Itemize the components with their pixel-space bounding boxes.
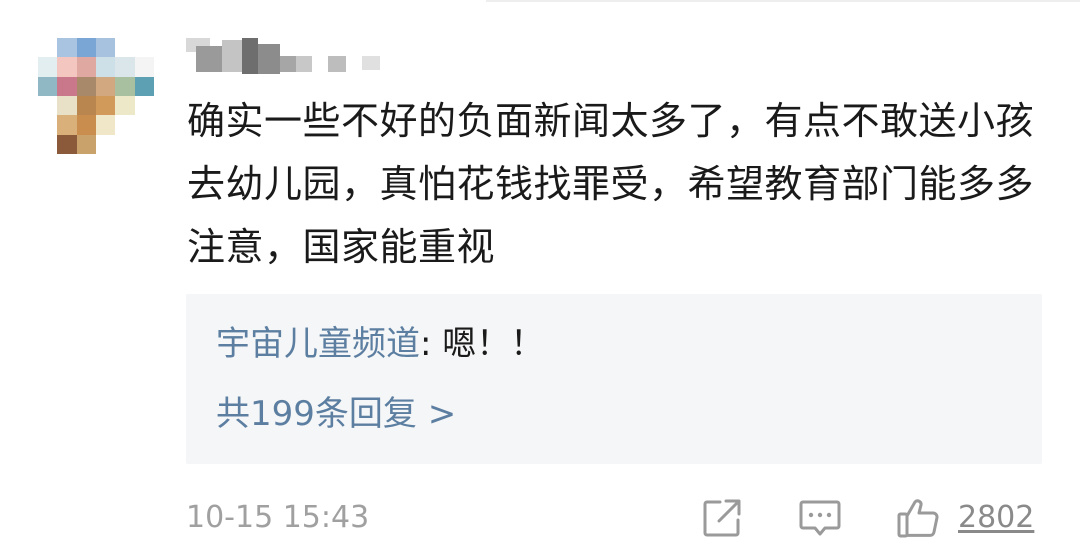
share-icon[interactable]: [700, 496, 744, 540]
reply-preview-box[interactable]: 宇宙儿童频道: 嗯！！ 共199条回复 >: [186, 294, 1042, 464]
comment-text: 确实一些不好的负面新闻太多了，有点不敢送小孩去幼儿园，真怕花钱找罪受，希望教育部…: [187, 99, 1035, 269]
reply-preview-line: 宇宙儿童频道: 嗯！！: [216, 324, 544, 364]
view-all-replies-link[interactable]: 共199条回复 >: [216, 394, 456, 434]
comment-icon[interactable]: [798, 496, 842, 540]
thumbs-up-icon[interactable]: [896, 496, 940, 540]
top-divider: [486, 0, 1080, 2]
username-blurred[interactable]: [186, 38, 396, 78]
avatar[interactable]: [38, 38, 154, 154]
reply-separator: :: [420, 324, 443, 364]
reply-text: 嗯！！: [442, 324, 545, 364]
reply-author[interactable]: 宇宙儿童频道: [216, 324, 420, 364]
like-count[interactable]: 2802: [958, 498, 1034, 538]
comment-timestamp: 10-15 15:43: [186, 500, 370, 535]
